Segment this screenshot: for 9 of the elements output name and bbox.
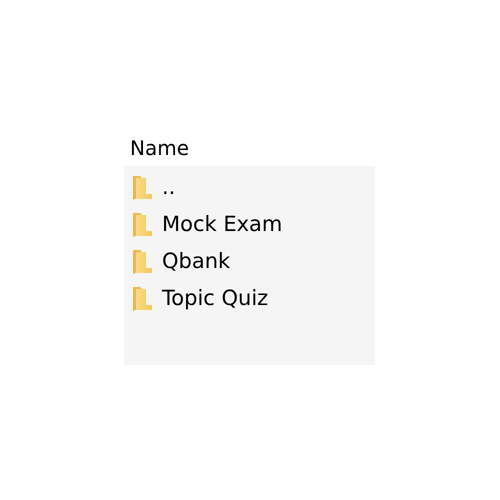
folder-icon [133,248,152,274]
folder-name[interactable]: .. [162,172,176,200]
folder-icon [133,174,152,200]
folder-icon [133,284,152,310]
folder-name[interactable]: Topic Quiz [162,284,268,312]
folder-name[interactable]: Mock Exam [162,210,282,238]
folder-name[interactable]: Qbank [162,246,230,274]
folder-icon [133,210,152,236]
column-header[interactable]: Name [124,134,375,166]
